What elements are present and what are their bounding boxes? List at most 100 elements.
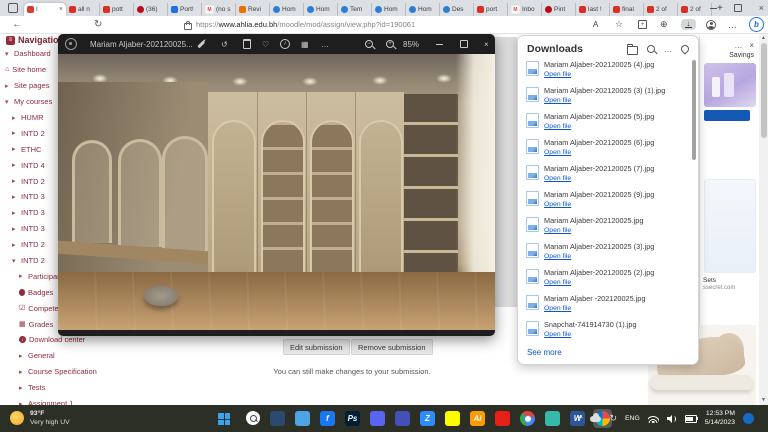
sidebar-item[interactable]: ▸ Tests — [5, 380, 155, 396]
chevron-right-icon[interactable]: ▸ — [12, 241, 18, 249]
browser-tab[interactable]: Port! — [168, 3, 202, 16]
sidebar-item[interactable]: ▸ Course Specification — [5, 364, 155, 380]
weather-sun-icon[interactable] — [10, 411, 24, 425]
delete-icon[interactable] — [243, 34, 251, 54]
browser-essentials-icon[interactable]: ⊕ — [660, 16, 668, 33]
lock-icon[interactable] — [184, 16, 192, 33]
edit-image-icon[interactable] — [197, 34, 205, 54]
viewer-minimize-icon[interactable] — [436, 34, 443, 54]
refresh-icon[interactable]: ↻ — [94, 16, 102, 33]
volume-icon[interactable] — [666, 414, 677, 423]
browser-tab[interactable]: Des — [440, 3, 474, 16]
battery-icon[interactable] — [684, 415, 699, 423]
browser-tab[interactable]: Revi — [236, 3, 270, 16]
browser-tab[interactable]: 2 of — [644, 3, 678, 16]
downloads-more-icon[interactable]: … — [664, 45, 672, 54]
sync-icon[interactable]: ↻ — [609, 413, 617, 424]
facebook-app-icon[interactable]: f — [318, 409, 337, 428]
open-file-link[interactable]: Open file — [544, 279, 571, 286]
start-button[interactable] — [218, 413, 230, 425]
browser-tab[interactable]: Pint — [542, 3, 576, 16]
favorite-heart-icon[interactable]: ♡ — [262, 34, 269, 54]
viewer-maximize-icon[interactable] — [460, 34, 468, 54]
chrome-app-icon[interactable] — [518, 409, 537, 428]
download-item[interactable]: Mariam Aljaber-202120025 (3) (1).jpg Open… — [518, 84, 690, 110]
open-file-link[interactable]: Open file — [544, 149, 571, 156]
page-scrollbar[interactable]: ▲ ▼ — [759, 33, 768, 405]
download-item[interactable]: Mariam Aljaber-202120025 (9).jpg Open fil… — [518, 188, 690, 214]
chevron-down-icon[interactable]: ▾ — [5, 98, 11, 106]
open-file-link[interactable]: Open file — [544, 305, 571, 312]
download-item[interactable]: Mariam Aljaber-202120025 (2).jpg Open fil… — [518, 266, 690, 292]
browser-tab[interactable]: Hom — [372, 3, 406, 16]
tab-actions-icon[interactable] — [8, 3, 18, 13]
mail-app-icon[interactable] — [293, 409, 312, 428]
minimize-icon[interactable] — [709, 7, 717, 9]
back-icon[interactable]: ← — [12, 16, 22, 33]
chevron-right-icon[interactable]: ▸ — [19, 272, 25, 280]
browser-tab[interactable]: all n — [66, 3, 100, 16]
favorites-icon[interactable]: ☆ — [615, 16, 623, 33]
language-indicator[interactable]: ENG — [625, 415, 640, 422]
edit-submission-button[interactable]: Edit submission — [283, 339, 350, 355]
bing-discover-icon[interactable]: b — [749, 16, 764, 33]
tab-close-icon[interactable]: × — [59, 6, 63, 13]
download-item[interactable]: Snapchat-741914730.jpgOpen file — [518, 344, 690, 346]
photoshop-app-icon[interactable]: Ps — [343, 409, 362, 428]
open-file-link[interactable]: Open file — [544, 253, 571, 260]
snapchat-app-icon[interactable] — [443, 409, 462, 428]
chevron-right-icon[interactable]: ▸ — [19, 352, 25, 360]
edge-app-icon[interactable] — [543, 409, 562, 428]
browser-tab[interactable]: Tem — [338, 3, 372, 16]
task-view-app-icon[interactable] — [268, 409, 287, 428]
browser-tab[interactable]: M (no s — [202, 3, 236, 16]
open-file-link[interactable]: Open file — [544, 331, 571, 338]
download-item[interactable]: Mariam Aljaber-202120025 (3).jpg Open fil… — [518, 240, 690, 266]
chevron-right-icon[interactable]: ▸ — [12, 145, 18, 153]
browser-tab[interactable]: Hom — [304, 3, 338, 16]
browser-tab[interactable]: 2 of — [678, 3, 712, 16]
sidebar-item[interactable]: ▸ General — [5, 348, 155, 364]
scroll-down-icon[interactable]: ▼ — [759, 397, 768, 403]
downloads-scrollbar[interactable] — [692, 60, 696, 160]
chevron-right-icon[interactable]: ▸ — [19, 368, 25, 376]
chevron-right-icon[interactable]: ▸ — [12, 225, 18, 233]
browser-tab[interactable]: Hom — [406, 3, 440, 16]
chevron-right-icon[interactable]: ▸ — [12, 161, 18, 169]
zoom-in-icon[interactable]: + — [386, 34, 394, 54]
illustrator-app-icon[interactable]: Ai — [468, 409, 487, 428]
download-item[interactable]: Mariam Aljaber-202120025 (4).jpg Open fil… — [518, 58, 690, 84]
open-file-link[interactable]: Open file — [544, 123, 571, 130]
maximize-icon[interactable] — [733, 4, 742, 12]
download-item[interactable]: Mariam Aljaber-202120025 (6).jpg Open fil… — [518, 136, 690, 162]
clock[interactable]: 12:53 PM 5/14/2023 — [705, 410, 735, 427]
download-item[interactable]: Snapchat-741914730 (1).jpg Open file — [518, 318, 690, 344]
browser-tab[interactable]: I × — [24, 3, 66, 16]
browser-tab[interactable]: (36) — [134, 3, 168, 16]
promo-image[interactable] — [704, 63, 756, 107]
open-file-link[interactable]: Open file — [544, 175, 571, 182]
search-downloads-icon[interactable] — [647, 45, 655, 53]
chevron-down-icon[interactable]: ▾ — [5, 50, 11, 58]
chevron-right-icon[interactable]: ▸ — [12, 177, 18, 185]
product-card-image[interactable] — [704, 179, 756, 273]
open-file-link[interactable]: Open file — [544, 97, 571, 104]
hidden-icons-chevron[interactable]: ^ — [579, 414, 583, 423]
discord-app-icon[interactable] — [368, 409, 387, 428]
open-file-link[interactable]: Open file — [544, 201, 571, 208]
browser-tab[interactable]: pott — [100, 3, 134, 16]
chevron-right-icon[interactable]: ▸ — [12, 193, 18, 201]
browser-tab[interactable]: port — [474, 3, 508, 16]
more-menu-icon[interactable]: … — [728, 16, 737, 33]
read-aloud-icon[interactable]: A — [593, 16, 598, 33]
panel-more-icon[interactable]: … — [734, 41, 742, 50]
browser-tab[interactable]: M Inbo — [508, 3, 542, 16]
profile-avatar[interactable] — [706, 16, 716, 33]
pin-icon[interactable] — [679, 43, 691, 55]
open-folder-icon[interactable] — [627, 43, 638, 55]
remove-submission-button[interactable]: Remove submission — [351, 339, 433, 355]
address-url[interactable]: https://www.ahlia.edu.bh/moodle/mod/assi… — [196, 16, 415, 33]
scrollbar-thumb[interactable] — [760, 43, 767, 138]
chevron-down-icon[interactable]: ▾ — [12, 257, 18, 265]
download-item[interactable]: Mariam Aljaber-202120025 (5).jpg Open fil… — [518, 110, 690, 136]
